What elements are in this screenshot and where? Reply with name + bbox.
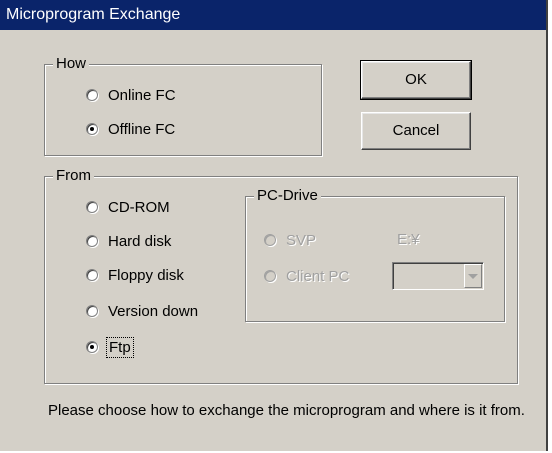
- radio-ftp-label: Ftp: [106, 336, 134, 358]
- radio-client-pc[interactable]: Client PC: [264, 265, 349, 287]
- cancel-button[interactable]: Cancel: [361, 112, 471, 150]
- title-bar[interactable]: Microprogram Exchange: [0, 0, 546, 30]
- radio-hard-disk-label: Hard disk: [108, 232, 172, 250]
- drive-select-dropdown-button[interactable]: [464, 264, 482, 288]
- radio-hard-disk-indicator: [86, 235, 98, 247]
- radio-hard-disk[interactable]: Hard disk: [86, 230, 171, 252]
- how-group-label: How: [53, 55, 90, 73]
- pc-drive-group-label: PC-Drive: [254, 187, 321, 205]
- ok-button[interactable]: OK: [360, 60, 472, 100]
- pc-drive-group: PC-Drive: [245, 187, 505, 322]
- radio-version-down-label: Version down: [108, 302, 199, 320]
- radio-online-fc-indicator: [86, 89, 98, 101]
- drive-select[interactable]: [392, 262, 484, 290]
- radio-client-pc-indicator: [264, 270, 276, 282]
- radio-client-pc-label: Client PC: [286, 267, 350, 285]
- radio-ftp[interactable]: Ftp: [86, 336, 134, 358]
- radio-svp-label: SVP: [286, 231, 317, 249]
- radio-ftp-indicator: [86, 341, 98, 353]
- how-group: How: [44, 55, 322, 156]
- radio-floppy-disk[interactable]: Floppy disk: [86, 264, 184, 286]
- radio-online-fc[interactable]: Online FC: [86, 84, 176, 106]
- radio-floppy-disk-label: Floppy disk: [108, 266, 184, 284]
- radio-cd-rom-indicator: [86, 201, 98, 213]
- instruction-text: Please choose how to exchange the microp…: [48, 402, 525, 419]
- radio-offline-fc-indicator: [86, 123, 98, 135]
- radio-svp-indicator: [264, 234, 276, 246]
- chevron-down-icon: [468, 273, 478, 279]
- radio-version-down[interactable]: Version down: [86, 300, 198, 322]
- radio-cd-rom[interactable]: CD-ROM: [86, 196, 170, 218]
- ok-button-label: OK: [405, 71, 427, 88]
- radio-offline-fc-label: Offline FC: [108, 120, 176, 138]
- radio-offline-fc[interactable]: Offline FC: [86, 118, 175, 140]
- dialog-window: Microprogram Exchange How Online FC Offl…: [0, 0, 548, 451]
- radio-version-down-indicator: [86, 305, 98, 317]
- from-group-label: From: [53, 167, 94, 185]
- cancel-button-label: Cancel: [392, 122, 440, 139]
- radio-cd-rom-label: CD-ROM: [108, 198, 170, 216]
- svp-drive-path: E:¥: [397, 231, 420, 248]
- radio-svp[interactable]: SVP: [264, 229, 316, 251]
- window-title: Microprogram Exchange: [6, 6, 181, 23]
- radio-online-fc-label: Online FC: [108, 86, 176, 104]
- radio-floppy-disk-indicator: [86, 269, 98, 281]
